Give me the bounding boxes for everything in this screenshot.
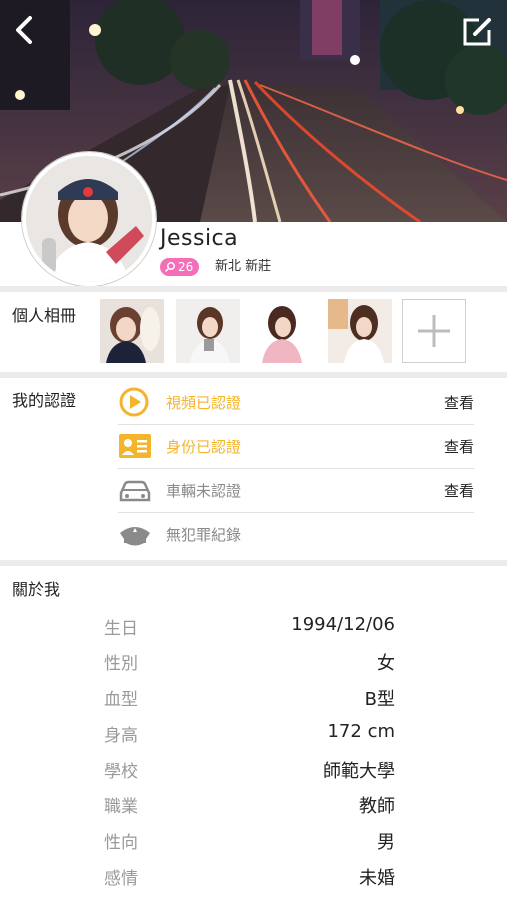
about-row-height: 身高 172 cm (0, 715, 507, 749)
about-key: 生日 (104, 619, 138, 639)
back-button[interactable] (10, 12, 42, 48)
about-value: 1994/12/06 (291, 614, 395, 635)
cert-row-vehicle[interactable]: 車輛未認證 查看 (118, 468, 474, 513)
cert-label: 車輛未認證 (166, 482, 242, 500)
album-photo-image (100, 299, 164, 363)
about-row-school: 學校 師範大學 (0, 751, 507, 785)
play-icon (119, 387, 149, 417)
about-value: B型 (364, 689, 395, 710)
chevron-left-icon (16, 16, 32, 44)
cert-view-link[interactable]: 查看 (444, 436, 474, 457)
album-photo[interactable] (176, 299, 240, 363)
age-value: 26 (178, 260, 194, 274)
album-photo-image (252, 299, 316, 363)
location-text: 新北 新莊 (215, 259, 272, 274)
album-photo[interactable] (328, 299, 392, 363)
age-badge: 26 (160, 258, 200, 276)
album-photo-image (328, 299, 392, 363)
cert-label: 身份已認證 (166, 438, 242, 456)
id-card-icon (119, 434, 151, 458)
female-icon (164, 262, 175, 273)
about-value: 未婚 (359, 868, 395, 889)
cert-row-criminal-record: 無犯罪紀錄 (118, 512, 474, 556)
add-photo-button[interactable] (402, 299, 466, 363)
about-value: 172 cm (327, 721, 395, 742)
about-row-blood-type: 血型 B型 (0, 679, 507, 713)
about-key: 身高 (104, 726, 138, 746)
about-value: 男 (377, 832, 395, 853)
avatar (22, 152, 156, 286)
cert-row-identity[interactable]: 身份已認證 查看 (118, 424, 474, 469)
police-cap-icon (120, 527, 150, 546)
about-key: 性別 (104, 654, 138, 674)
about-row-orientation: 性向 男 (0, 822, 507, 856)
cert-label: 視頻已認證 (166, 394, 242, 412)
edit-profile-button[interactable] (459, 14, 495, 50)
about-title: 關於我 (12, 580, 61, 599)
album-photo-image (176, 299, 240, 363)
about-key: 職業 (104, 797, 138, 817)
album-title: 個人相冊 (12, 306, 77, 325)
about-key: 性向 (104, 833, 138, 853)
profile-name: Jessica (160, 226, 239, 251)
certification-title: 我的認證 (12, 391, 77, 410)
album-photo[interactable] (252, 299, 316, 363)
cert-row-video[interactable]: 視頻已認證 查看 (118, 380, 474, 425)
about-row-birthday: 生日 1994/12/06 (0, 608, 507, 642)
section-divider (0, 560, 507, 566)
album-photo[interactable] (100, 299, 164, 363)
cert-view-link[interactable]: 查看 (444, 392, 474, 413)
about-key: 學校 (104, 762, 138, 782)
about-value: 教師 (359, 796, 395, 817)
about-key: 感情 (104, 869, 138, 889)
cert-view-link[interactable]: 查看 (444, 480, 474, 501)
section-divider (0, 286, 507, 292)
about-row-gender: 性別 女 (0, 643, 507, 677)
about-row-occupation: 職業 教師 (0, 786, 507, 820)
section-divider (0, 372, 507, 378)
plus-icon (418, 315, 450, 347)
car-icon (119, 480, 151, 502)
about-value: 女 (377, 653, 395, 674)
avatar-photo (26, 156, 152, 282)
about-key: 血型 (104, 690, 138, 710)
cert-label: 無犯罪紀錄 (166, 526, 242, 544)
edit-icon (463, 18, 491, 46)
about-value: 師範大學 (323, 761, 395, 782)
about-row-relationship: 感情 未婚 (0, 858, 507, 892)
